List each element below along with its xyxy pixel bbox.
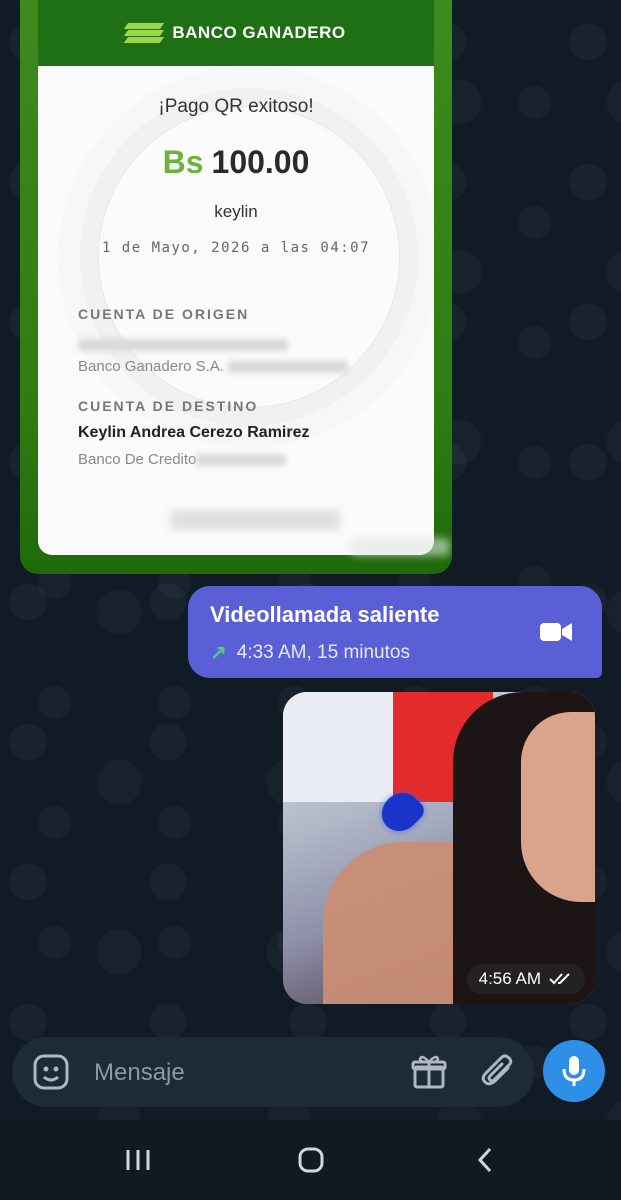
- origin-bank: Banco Ganadero S.A.: [78, 358, 349, 375]
- microphone-button[interactable]: [543, 1040, 605, 1102]
- redacted-footer: [170, 510, 340, 530]
- outgoing-arrow-icon: ↗: [210, 642, 227, 664]
- outgoing-video-call-message[interactable]: Videollamada saliente ↗ 4:33 AM, 15 minu…: [188, 586, 602, 678]
- redacted-corner: [350, 538, 450, 556]
- origin-account-label: CUENTA DE ORIGEN: [78, 306, 250, 322]
- receipt-image-message[interactable]: BANCO GANADERO ¡Pago QR exitoso! Bs 100.0…: [20, 0, 452, 574]
- call-details: 4:33 AM, 15 minutos: [236, 641, 410, 663]
- receipt-header: BANCO GANADERO: [38, 0, 434, 66]
- double-check-icon: [549, 973, 570, 985]
- paperclip-icon[interactable]: [480, 1053, 518, 1091]
- home-button[interactable]: [289, 1142, 333, 1178]
- destination-name: Keylin Andrea Cerezo Ramirez: [78, 424, 310, 441]
- photo-message[interactable]: 4:56 AM: [283, 692, 595, 1004]
- gift-icon[interactable]: [410, 1053, 448, 1091]
- amount-value: 100.00: [211, 144, 310, 180]
- currency-label: Bs: [162, 144, 204, 180]
- message-input[interactable]: [92, 1055, 386, 1091]
- receipt-card: ¡Pago QR exitoso! Bs 100.00 keylin 1 de M…: [38, 66, 434, 555]
- back-button[interactable]: [463, 1142, 507, 1178]
- call-title: Videollamada saliente: [210, 602, 440, 627]
- system-nav-bar: [0, 1120, 621, 1200]
- destination-account-label: CUENTA DE DESTINO: [78, 398, 259, 414]
- sticker-icon[interactable]: [32, 1053, 70, 1091]
- bank-logo-icon: [124, 22, 165, 44]
- receipt-title: ¡Pago QR exitoso!: [158, 96, 314, 117]
- receipt-amount: Bs 100.00: [38, 144, 434, 181]
- message-meta: 4:56 AM: [466, 964, 585, 994]
- receipt-datetime: 1 de Mayo, 2026 a las 04:07: [101, 240, 371, 256]
- call-info: ↗ 4:33 AM, 15 minutos: [210, 640, 410, 665]
- recent-apps-icon: [126, 1150, 150, 1170]
- payee-name: keylin: [214, 202, 258, 221]
- back-icon: [477, 1147, 492, 1173]
- video-camera-icon[interactable]: [540, 621, 572, 643]
- home-icon: [298, 1147, 324, 1173]
- message-time: 4:56 AM: [478, 969, 541, 988]
- message-composer: [12, 1037, 534, 1107]
- recent-apps-button[interactable]: [116, 1142, 160, 1178]
- photo-subject-face: [521, 712, 595, 902]
- destination-bank: Banco De Credito: [78, 451, 287, 468]
- origin-account-redacted: [78, 336, 288, 354]
- bank-name: BANCO GANADERO: [172, 23, 346, 42]
- microphone-icon: [562, 1056, 586, 1086]
